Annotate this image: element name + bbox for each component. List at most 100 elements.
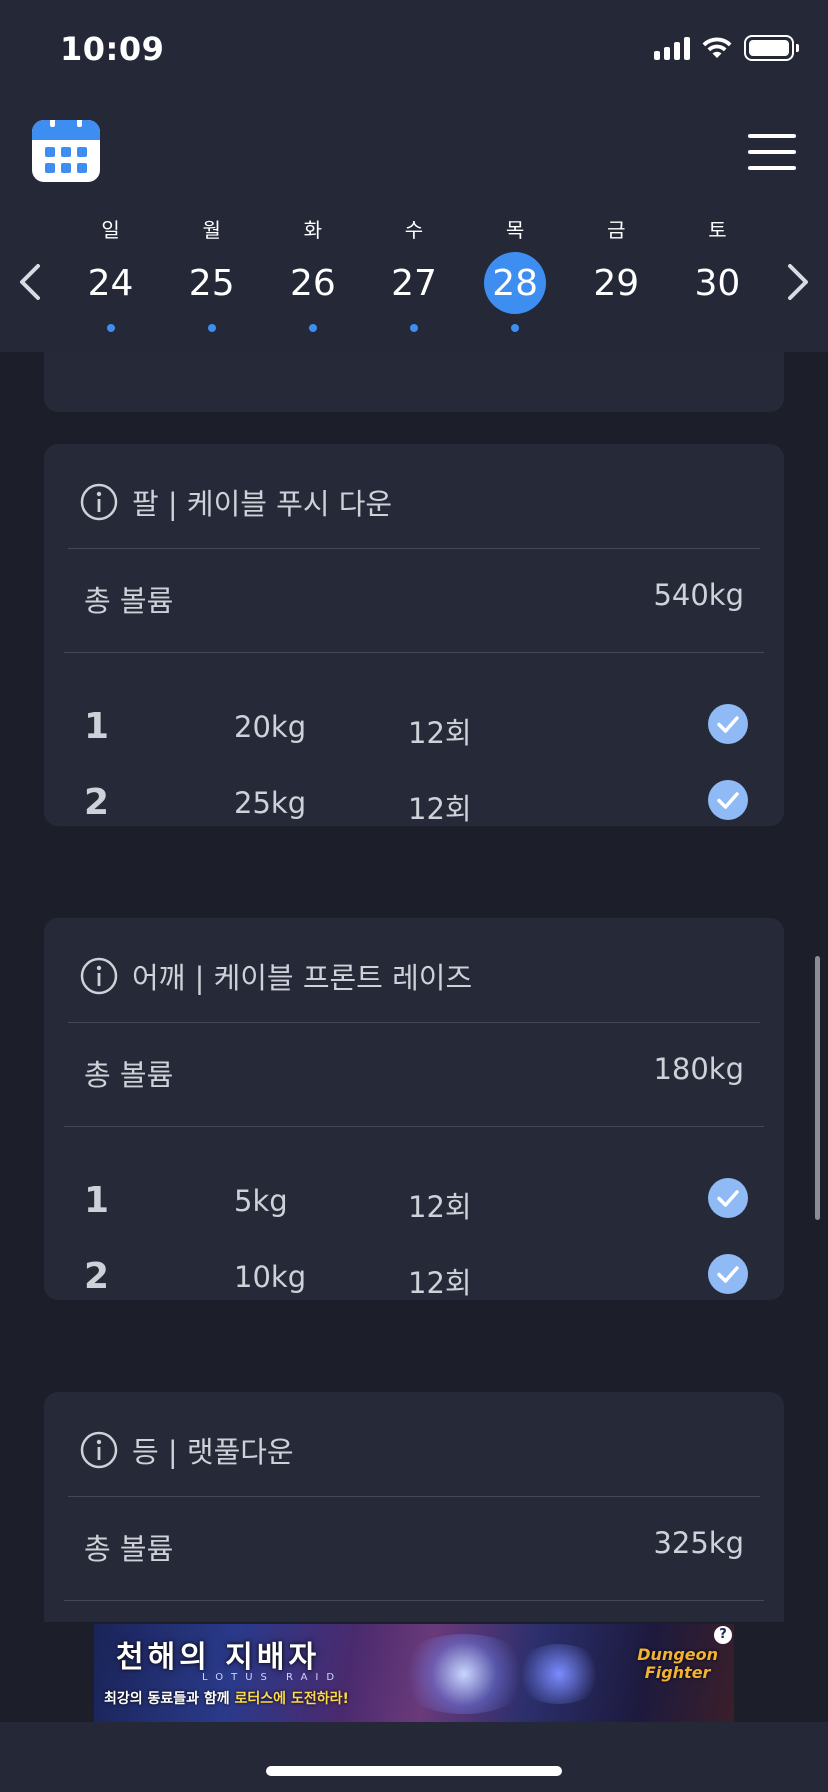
activity-dot [511,324,520,332]
cellular-signal-icon [654,36,690,60]
home-indicator[interactable] [266,1766,562,1776]
bottom-safe-area [0,1722,828,1792]
workout-list[interactable]: 팔 | 케이블 푸시 다운 총 볼륨 540kg 1 20kg 12회 2 25… [0,352,828,1622]
weekday-label: 화 [303,218,323,242]
ad-title: 천해의 지배자 [116,1640,321,1675]
divider [68,548,760,549]
info-icon[interactable] [80,483,118,521]
ad-help-icon[interactable]: ? [714,1626,732,1644]
day-cell[interactable]: 24 [60,252,161,332]
info-icon[interactable] [80,957,118,995]
workout-card: 등 | 랫풀다운 총 볼륨 325kg [44,1392,784,1622]
total-volume-label: 총 볼륨 [84,1058,174,1092]
day-number: 29 [593,262,640,304]
divider [68,1496,760,1497]
day-number: 25 [188,262,235,304]
set-weight: 20kg [234,710,307,744]
ad-tagline-prefix: 최강의 동료들과 함께 [104,1691,235,1707]
status-icons [654,34,799,62]
wifi-icon [702,37,732,58]
chevron-left-icon[interactable] [12,260,52,304]
set-reps: 12회 [408,792,472,826]
set-number: 1 [84,1180,110,1221]
week-days-strip: 24 25 26 27 28 29 30 [60,252,768,332]
ad-tagline-highlight: 로터스에 도전하라! [234,1691,349,1707]
check-circle-icon[interactable] [708,780,748,820]
workout-title: 등 | 랫풀다운 [132,1435,294,1469]
status-time: 10:09 [60,30,165,68]
activity-dot [106,324,115,332]
day-cell[interactable]: 26 [262,252,363,332]
weekday-label: 월 [202,218,221,242]
set-weight: 10kg [234,1260,307,1294]
total-volume-value: 180kg [653,1052,744,1086]
day-cell[interactable]: 29 [566,252,667,312]
activity-dot [409,324,418,332]
weekday-label: 일 [101,218,120,242]
game-logo: Dungeon Fighter [637,1646,718,1681]
weekday-labels: 일 월 화 수 목 금 토 [60,214,768,244]
hamburger-menu-icon[interactable] [748,134,796,170]
activity-dot [207,324,216,332]
workout-card [44,352,784,412]
battery-icon [744,35,799,61]
set-weight: 25kg [234,786,307,820]
total-volume-value: 325kg [653,1526,744,1560]
day-number: 30 [694,262,741,304]
calendar-button[interactable] [32,120,100,182]
set-reps: 12회 [408,1266,472,1300]
workout-card: 팔 | 케이블 푸시 다운 총 볼륨 540kg 1 20kg 12회 2 25… [44,444,784,826]
check-circle-icon[interactable] [708,704,748,744]
set-row: 1 5kg 12회 [84,1178,748,1224]
header: 10:09 일 월 화 수 목 금 토 24 25 26 27 28 29 30 [0,0,828,352]
workout-title-row[interactable]: 팔 | 케이블 푸시 다운 [80,482,392,522]
chevron-right-icon[interactable] [776,260,816,304]
divider [68,1022,760,1023]
day-number: 26 [289,262,336,304]
divider [64,652,764,653]
ad-subtitle: LOTUS RAID [202,1672,343,1683]
total-volume-label: 총 볼륨 [84,1532,174,1566]
weekday-label: 목 [505,218,525,242]
day-number: 24 [87,262,134,304]
set-number: 1 [84,706,110,747]
ad-container: 천해의 지배자 LOTUS RAID 최강의 동료들과 함께 로터스에 도전하라… [0,1622,828,1722]
day-cell[interactable]: 25 [161,252,262,332]
calendar-icon [45,147,87,173]
day-cell[interactable]: 27 [363,252,464,332]
check-circle-icon[interactable] [708,1178,748,1218]
divider [64,1600,764,1601]
set-reps: 12회 [408,1190,472,1224]
day-number: 28 [484,252,547,314]
workout-title: 팔 | 케이블 푸시 다운 [132,487,393,521]
day-number: 27 [391,262,437,304]
game-logo-line1: Dungeon [637,1645,718,1664]
set-row: 2 25kg 12회 [84,780,748,826]
check-circle-icon[interactable] [708,1254,748,1294]
total-volume-label: 총 볼륨 [84,584,174,618]
total-volume-value: 540kg [653,578,744,612]
set-number: 2 [84,1256,110,1297]
workout-card: 어깨 | 케이블 프론트 레이즈 총 볼륨 180kg 1 5kg 12회 2 … [44,918,784,1300]
set-row: 2 10kg 12회 [84,1254,748,1300]
ad-banner[interactable]: 천해의 지배자 LOTUS RAID 최강의 동료들과 함께 로터스에 도전하라… [94,1624,734,1722]
app-screen: 10:09 일 월 화 수 목 금 토 24 25 26 27 28 29 30… [0,0,828,1792]
game-logo-line2: Fighter [644,1662,711,1682]
set-weight: 5kg [234,1184,288,1218]
scrollbar[interactable] [815,956,820,1220]
set-reps: 12회 [408,716,472,750]
set-row: 1 20kg 12회 [84,704,748,750]
weekday-label: 금 [607,218,626,242]
day-cell-selected[interactable]: 28 [465,252,566,332]
weekday-label: 수 [404,218,424,242]
set-number: 2 [84,782,110,823]
weekday-label: 토 [708,218,727,242]
activity-dot [308,324,317,332]
day-cell[interactable]: 30 [667,252,768,312]
info-icon[interactable] [80,1431,118,1469]
workout-title-row[interactable]: 어깨 | 케이블 프론트 레이즈 [80,956,472,996]
ad-tagline: 최강의 동료들과 함께 로터스에 도전하라! [104,1688,349,1708]
workout-title-row[interactable]: 등 | 랫풀다운 [80,1430,294,1470]
workout-title: 어깨 | 케이블 프론트 레이즈 [132,961,473,995]
divider [64,1126,764,1127]
